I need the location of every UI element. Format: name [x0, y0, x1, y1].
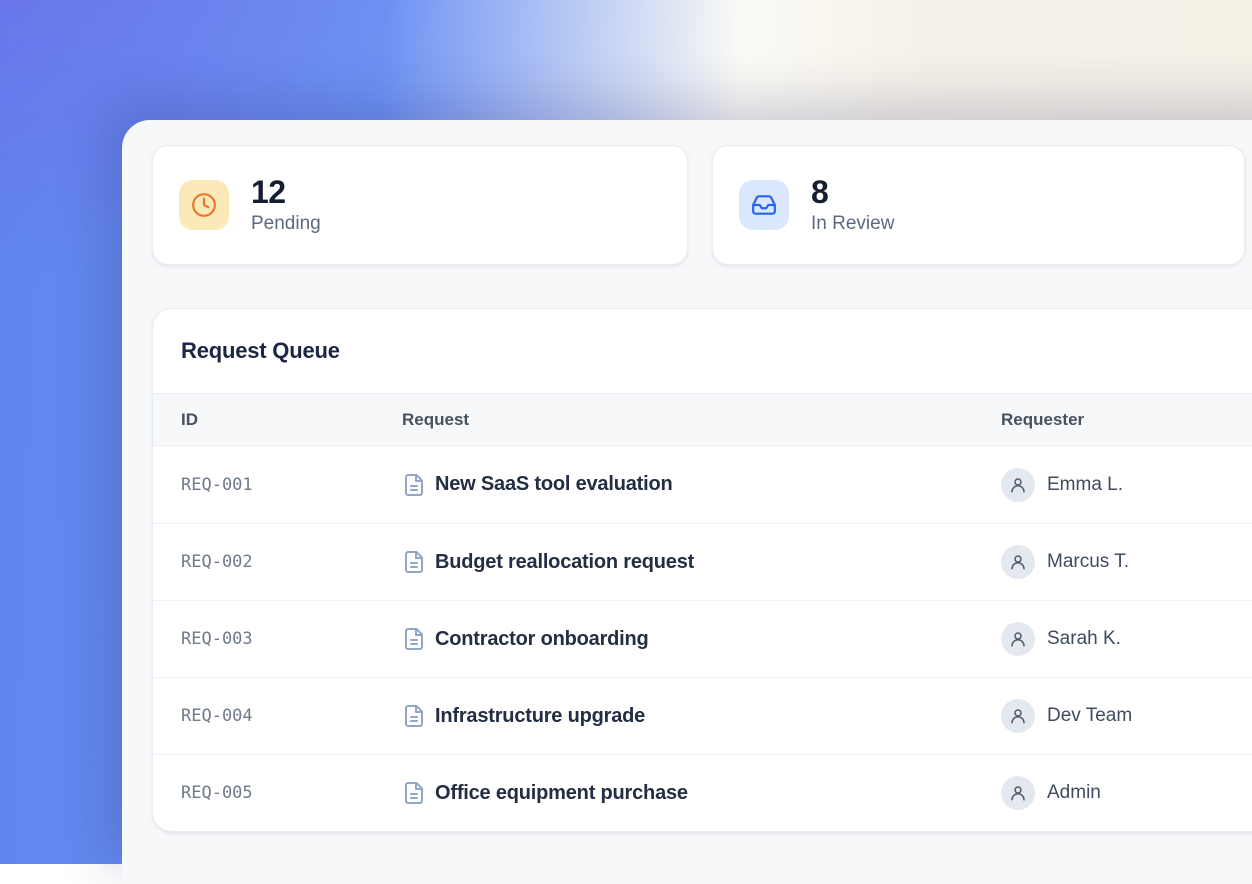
request-title: Contractor onboarding: [435, 628, 649, 651]
request-id: REQ-001: [153, 475, 374, 495]
clock-icon: [179, 180, 229, 230]
pending-count: 12: [251, 175, 321, 210]
requester-name: Emma L.: [1047, 474, 1123, 496]
request-title: Office equipment purchase: [435, 782, 688, 805]
document-icon: [402, 473, 426, 497]
stat-card-pending: 12 Pending: [152, 145, 688, 265]
stat-card-in-review: 8 In Review: [712, 145, 1245, 265]
request-id: REQ-005: [153, 783, 374, 803]
request-title: Budget reallocation request: [435, 551, 694, 574]
in-review-label: In Review: [811, 213, 894, 235]
document-icon: [402, 704, 426, 728]
requester-name: Admin: [1047, 782, 1101, 804]
document-icon: [402, 550, 426, 574]
requester-name: Dev Team: [1047, 705, 1132, 727]
avatar: [1001, 622, 1035, 656]
avatar: [1001, 776, 1035, 810]
request-id: REQ-004: [153, 706, 374, 726]
main-panel: 12 Pending 8 In Review Reques: [122, 120, 1252, 884]
column-header-request: Request: [374, 410, 973, 430]
inbox-icon: [739, 180, 789, 230]
in-review-count: 8: [811, 175, 894, 210]
document-icon: [402, 781, 426, 805]
request-id: REQ-003: [153, 629, 374, 649]
request-queue-card: Request Queue ID Request Requester REQ-0…: [152, 308, 1252, 832]
requester-name: Sarah K.: [1047, 628, 1121, 650]
column-header-id: ID: [153, 410, 374, 430]
table-row[interactable]: REQ-004 Infrastructure upgrade: [153, 677, 1252, 754]
column-header-requester: Requester: [973, 410, 1252, 430]
requester-name: Marcus T.: [1047, 551, 1129, 573]
avatar: [1001, 468, 1035, 502]
stats-row: 12 Pending 8 In Review: [152, 145, 1252, 265]
avatar: [1001, 545, 1035, 579]
request-id: REQ-002: [153, 552, 374, 572]
request-title: Infrastructure upgrade: [435, 705, 645, 728]
pending-label: Pending: [251, 213, 321, 235]
table-row[interactable]: REQ-005 Office equipment purchase: [153, 754, 1252, 831]
table-row[interactable]: REQ-001 New SaaS tool evaluation: [153, 446, 1252, 523]
page-title: Request Queue: [181, 338, 340, 364]
avatar: [1001, 699, 1035, 733]
document-icon: [402, 627, 426, 651]
table-header-row: ID Request Requester: [153, 393, 1252, 446]
request-title: New SaaS tool evaluation: [435, 473, 673, 496]
table-row[interactable]: REQ-002 Budget reallocation request: [153, 523, 1252, 600]
table-row[interactable]: REQ-003 Contractor onboarding: [153, 600, 1252, 677]
